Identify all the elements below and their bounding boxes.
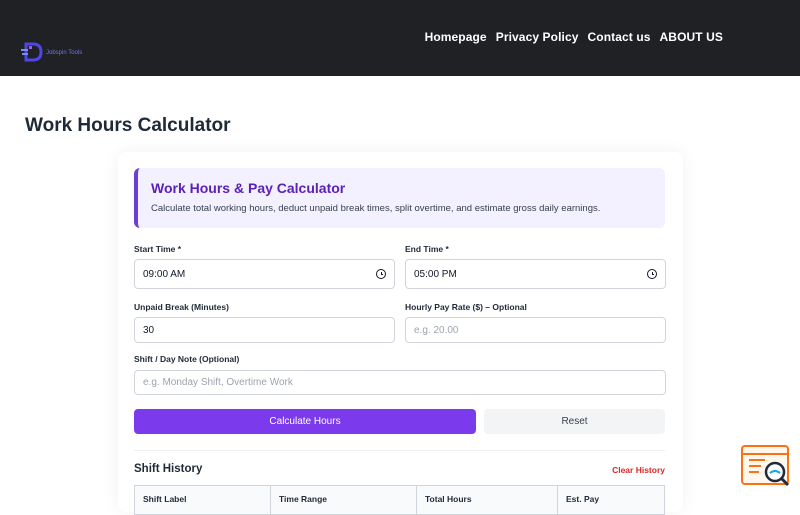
- calculator-intro: Work Hours & Pay Calculator Calculate to…: [134, 168, 665, 228]
- nav-contact-us[interactable]: Contact us: [588, 30, 651, 44]
- hourly-rate-placeholder: e.g. 20.00: [414, 324, 459, 336]
- start-time-input[interactable]: 09:00 AM: [134, 259, 395, 289]
- shift-note-placeholder: e.g. Monday Shift, Overtime Work: [143, 377, 293, 388]
- main-nav: Homepage Privacy Policy Contact us ABOUT…: [425, 30, 723, 44]
- clock-icon[interactable]: [376, 269, 386, 279]
- clock-icon[interactable]: [647, 269, 657, 279]
- logo-text: Jobspin Tools: [46, 50, 83, 56]
- column-header-shift-label: Shift Label: [135, 486, 271, 514]
- nav-about-us[interactable]: ABOUT US: [660, 30, 723, 44]
- hourly-rate-label: Hourly Pay Rate ($) – Optional: [405, 302, 527, 312]
- unpaid-break-label: Unpaid Break (Minutes): [134, 302, 229, 312]
- reset-button[interactable]: Reset: [484, 409, 665, 434]
- end-time-label: End Time *: [405, 244, 449, 254]
- unpaid-break-value: 30: [143, 324, 155, 336]
- shift-note-label: Shift / Day Note (Optional): [134, 354, 240, 364]
- end-time-value: 05:00 PM: [414, 268, 457, 280]
- intro-description: Calculate total working hours, deduct un…: [151, 203, 601, 214]
- column-header-est-pay: Est. Pay: [566, 494, 600, 504]
- shift-history-title: Shift History: [134, 463, 203, 475]
- logo-icon: [21, 42, 43, 62]
- search-code-icon[interactable]: [741, 445, 791, 487]
- top-navigation-bar: Jobspin Tools Homepage Privacy Policy Co…: [0, 0, 800, 76]
- site-logo[interactable]: Jobspin Tools: [20, 40, 82, 64]
- start-time-value: 09:00 AM: [143, 268, 186, 280]
- end-time-input[interactable]: 05:00 PM: [405, 259, 666, 289]
- page-title: Work Hours Calculator: [25, 115, 231, 136]
- unpaid-break-input[interactable]: 30: [134, 317, 395, 343]
- nav-homepage[interactable]: Homepage: [425, 30, 487, 44]
- shift-note-input[interactable]: e.g. Monday Shift, Overtime Work: [134, 370, 666, 395]
- nav-privacy-policy[interactable]: Privacy Policy: [496, 30, 579, 44]
- calculate-hours-button[interactable]: Calculate Hours: [134, 409, 476, 434]
- section-divider: [134, 450, 665, 451]
- clear-history-button[interactable]: Clear History: [612, 465, 665, 475]
- shift-history-table: Shift Label Time Range Total Hours Est. …: [134, 485, 665, 515]
- hourly-rate-input[interactable]: e.g. 20.00: [405, 317, 666, 343]
- column-header-total-hours: Total Hours: [417, 486, 558, 514]
- column-header-time-range: Time Range: [271, 486, 417, 514]
- start-time-label: Start Time *: [134, 244, 182, 254]
- intro-title: Work Hours & Pay Calculator: [151, 180, 346, 196]
